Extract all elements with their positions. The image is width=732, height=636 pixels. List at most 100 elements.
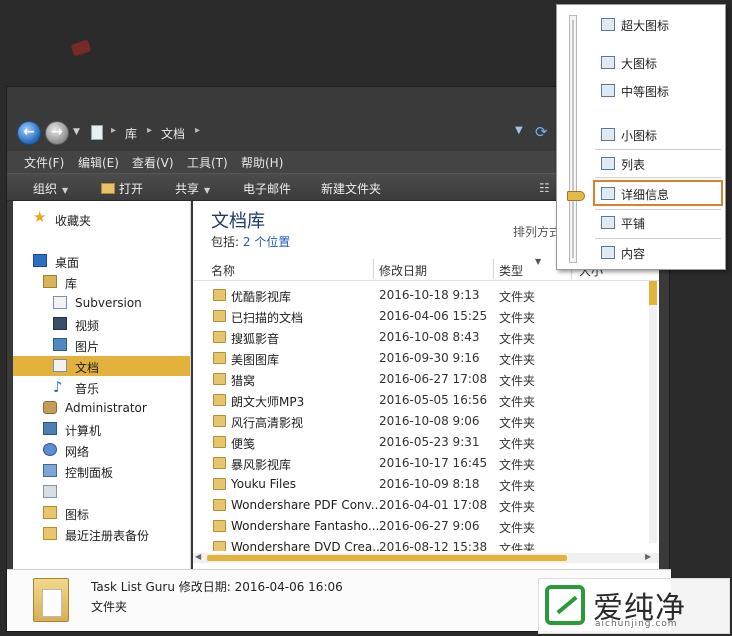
table-row[interactable]: 风行高清影视 2016-10-08 9:06 文件夹 [193, 411, 643, 432]
locations-link[interactable]: 2 个位置 [243, 235, 290, 249]
nav-network[interactable]: 网络 [13, 440, 190, 460]
table-row[interactable]: Wondershare Fantasho... 2016-06-27 9:06 文件… [193, 516, 643, 537]
folder-icon [213, 310, 226, 322]
forward-button[interactable]: → [45, 121, 69, 145]
scroll-left-icon[interactable]: ◀ [195, 552, 201, 561]
document-library-icon [53, 296, 67, 309]
back-button[interactable]: ← [17, 121, 41, 145]
nav-control-panel[interactable]: 控制面板 [13, 461, 190, 481]
table-row[interactable]: Wondershare PDF Conv... 2016-04-01 17:08 文… [193, 495, 643, 516]
nav-recycle-bin[interactable] [13, 482, 190, 502]
address-dropdown[interactable]: ▼ [515, 125, 523, 136]
menu-help[interactable]: 帮助(H) [241, 154, 283, 171]
table-row[interactable]: 便笺 2016-05-23 9:31 文件夹 [193, 432, 643, 453]
folder-icon [213, 415, 226, 427]
column-type[interactable]: 类型 [499, 262, 523, 279]
menu-separator [595, 177, 721, 178]
nav-pictures[interactable]: 图片 [13, 335, 190, 355]
chevron-right-icon[interactable]: ▸ [147, 125, 152, 136]
view-content[interactable]: 内容 [601, 243, 721, 263]
user-folder-icon [43, 401, 57, 414]
arrange-by-button[interactable]: 排列方式 [513, 223, 561, 240]
arrow-right-icon: → [51, 124, 63, 140]
folder-icon [213, 352, 226, 364]
small-icons-icon [601, 128, 615, 141]
chevron-right-icon[interactable]: ▸ [195, 125, 200, 136]
nav-registry-backup[interactable]: 最近注册表备份 [13, 524, 190, 544]
menu-file[interactable]: 文件(F) [24, 154, 64, 171]
folder-icon [213, 331, 226, 343]
view-details[interactable]: 详细信息 [593, 180, 723, 206]
breadcrumb-libraries[interactable]: 库 [125, 125, 137, 142]
column-date[interactable]: 修改日期 [379, 262, 427, 279]
extra-large-icons-icon [601, 18, 615, 31]
view-medium-icons[interactable]: 中等图标 [601, 81, 721, 101]
nav-libraries[interactable]: 库 [13, 272, 190, 292]
desktop-mark [70, 39, 92, 57]
content-view-icon [601, 246, 615, 259]
view-slider-track[interactable] [569, 15, 577, 263]
view-large-icons[interactable]: 大图标 [601, 53, 721, 73]
table-row[interactable]: 已扫描的文档 2016-04-06 15:25 文件夹 [193, 306, 643, 327]
horizontal-scroll-thumb[interactable] [207, 555, 567, 561]
caret-down-icon: ▼ [204, 186, 211, 195]
organize-button[interactable]: 组织 ▼ [33, 180, 68, 197]
view-list[interactable]: 列表 [601, 154, 721, 174]
menu-edit[interactable]: 编辑(E) [78, 154, 119, 171]
folder-icon [213, 541, 226, 551]
library-icon [91, 125, 103, 140]
view-extra-large-icons[interactable]: 超大图标 [601, 15, 721, 35]
view-options-icon[interactable]: ☷ [539, 181, 550, 195]
folder-icon [213, 520, 226, 532]
scroll-right-icon[interactable]: ▶ [645, 552, 651, 561]
vertical-scroll-thumb[interactable] [649, 281, 657, 305]
refresh-icon[interactable]: ⟳ [535, 123, 548, 141]
table-row[interactable]: 朗文大师MP3 2016-05-05 16:56 文件夹 [193, 390, 643, 411]
view-slider-thumb[interactable] [567, 191, 585, 201]
recent-pages-dropdown[interactable]: ▼ [73, 127, 80, 137]
table-row[interactable]: 暴风影视库 2016-10-17 16:45 文件夹 [193, 453, 643, 474]
folder-icon [213, 394, 226, 406]
nav-computer[interactable]: 计算机 [13, 419, 190, 439]
horizontal-scrollbar[interactable]: ◀ ▶ [193, 552, 659, 563]
breadcrumb-documents[interactable]: 文档 [161, 125, 185, 142]
control-panel-icon [43, 464, 57, 477]
table-row[interactable]: 猎窝 2016-06-27 17:08 文件夹 [193, 369, 643, 390]
new-folder-button[interactable]: 新建文件夹 [321, 180, 381, 197]
tiles-icon [601, 216, 615, 229]
column-divider[interactable] [373, 259, 374, 279]
nav-videos[interactable]: 视频 [13, 314, 190, 334]
computer-icon [43, 422, 57, 435]
folder-icon [213, 457, 226, 469]
view-small-icons[interactable]: 小图标 [601, 125, 721, 145]
nav-administrator[interactable]: Administrator [13, 398, 190, 418]
nav-music[interactable]: ♪ 音乐 [13, 377, 190, 397]
nav-documents[interactable]: 文档 [13, 356, 190, 376]
nav-subversion[interactable]: Subversion [13, 293, 190, 313]
nav-icons-folder[interactable]: 图标 [13, 503, 190, 523]
menu-view[interactable]: 查看(V) [132, 154, 174, 171]
table-row[interactable]: Youku Files 2016-10-09 8:18 文件夹 [193, 474, 643, 495]
table-row[interactable]: Wondershare DVD Crea... 2016-08-12 15:38 文… [193, 537, 643, 551]
table-row[interactable]: 搜狐影音 2016-10-08 8:43 文件夹 [193, 327, 643, 348]
vertical-scrollbar[interactable] [649, 281, 657, 543]
share-button[interactable]: 共享 ▼ [175, 180, 210, 197]
view-tiles[interactable]: 平铺 [601, 213, 721, 233]
open-button[interactable]: 打开 [101, 180, 143, 197]
menu-tools[interactable]: 工具(T) [187, 154, 228, 171]
menu-separator [595, 238, 721, 239]
email-button[interactable]: 电子邮件 [243, 180, 291, 197]
folder-icon [213, 436, 226, 448]
nav-favorites[interactable]: ★ 收藏夹 [13, 209, 190, 229]
column-divider[interactable] [493, 259, 494, 279]
folder-icon [213, 478, 226, 490]
desktop-icon [33, 254, 47, 267]
nav-desktop[interactable]: 桌面 [13, 251, 190, 271]
column-name[interactable]: 名称 [211, 262, 235, 279]
menu-separator [595, 209, 721, 210]
selected-item-type: 文件夹 [91, 600, 128, 614]
folder-icon [213, 499, 226, 511]
table-row[interactable]: 美图图库 2016-09-30 9:16 文件夹 [193, 348, 643, 369]
chevron-right-icon[interactable]: ▸ [111, 125, 116, 136]
table-row[interactable]: 优酷影视库 2016-10-18 9:13 文件夹 [193, 285, 643, 306]
